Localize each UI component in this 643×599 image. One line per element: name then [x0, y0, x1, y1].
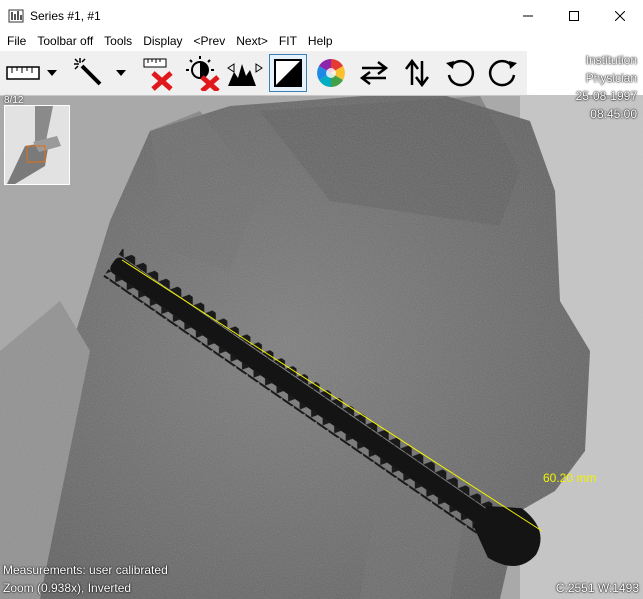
close-icon — [615, 10, 625, 21]
flip-horizontal-button[interactable] — [355, 54, 393, 92]
zoom-status: Zoom (0.938x), Inverted — [3, 581, 132, 595]
viewer-window: Series #1, #1 File Toolbar off Tools Dis… — [0, 0, 643, 599]
title-bar[interactable]: Series #1, #1 — [0, 0, 643, 31]
xray-image[interactable] — [0, 95, 643, 599]
magic-wand-icon — [74, 58, 102, 86]
ruler-icon — [6, 66, 40, 80]
magic-wand-dropdown[interactable] — [114, 54, 128, 92]
study-date-label: 25-08-1997 — [575, 89, 637, 103]
menu-tools[interactable]: Tools — [100, 34, 136, 48]
color-palette-icon — [317, 59, 345, 87]
toolbar — [0, 51, 527, 96]
menu-next[interactable]: Next> — [232, 34, 272, 48]
minimize-icon — [523, 15, 533, 16]
thumbnail-image — [5, 106, 69, 184]
navigator-thumbnail[interactable] — [4, 105, 70, 185]
flip-horizontal-icon — [359, 61, 389, 85]
rotate-right-button[interactable] — [484, 54, 522, 92]
ruler-button[interactable] — [4, 54, 42, 92]
menu-fit[interactable]: FIT — [275, 34, 301, 48]
menu-display[interactable]: Display — [139, 34, 186, 48]
histogram-window-button[interactable] — [226, 54, 264, 92]
rotate-right-icon — [488, 59, 517, 87]
study-time-label: 08:45:00 — [590, 107, 637, 121]
invert-button[interactable] — [269, 54, 307, 92]
maximize-button[interactable] — [551, 0, 597, 31]
measurements-status: Measurements: user calibrated — [3, 563, 168, 577]
physician-label: Physician — [585, 71, 637, 85]
menu-help[interactable]: Help — [304, 34, 337, 48]
window-title: Series #1, #1 — [30, 8, 101, 23]
close-button[interactable] — [597, 0, 643, 31]
institution-label: Institution — [585, 53, 637, 67]
chevron-down-icon — [47, 70, 57, 76]
delete-measurements-button[interactable] — [140, 54, 178, 92]
reset-brightness-icon — [186, 56, 220, 91]
window-level-status: C:2551 W:1493 — [555, 581, 639, 595]
color-palette-button[interactable] — [312, 54, 350, 92]
measurement-value-label[interactable]: 60.20 mm — [543, 471, 596, 485]
app-dicom-icon — [8, 9, 24, 22]
flip-vertical-button[interactable] — [398, 54, 436, 92]
rotate-left-button[interactable] — [441, 54, 479, 92]
minimize-button[interactable] — [505, 0, 551, 31]
magic-wand-button[interactable] — [70, 54, 108, 92]
histogram-window-icon — [227, 63, 263, 86]
maximize-icon — [569, 10, 579, 21]
ruler-dropdown[interactable] — [45, 54, 59, 92]
menu-toolbar-off[interactable]: Toolbar off — [33, 34, 97, 48]
menu-prev[interactable]: <Prev — [190, 34, 230, 48]
reset-brightness-button[interactable] — [183, 54, 221, 92]
invert-icon — [274, 59, 302, 87]
chevron-down-icon — [116, 70, 126, 76]
flip-vertical-icon — [405, 58, 429, 88]
rotate-left-icon — [446, 59, 475, 87]
menu-bar: File Toolbar off Tools Display <Prev Nex… — [0, 31, 643, 51]
image-viewport[interactable] — [0, 95, 643, 599]
menu-file[interactable]: File — [3, 34, 30, 48]
delete-measurements-icon — [143, 58, 173, 91]
